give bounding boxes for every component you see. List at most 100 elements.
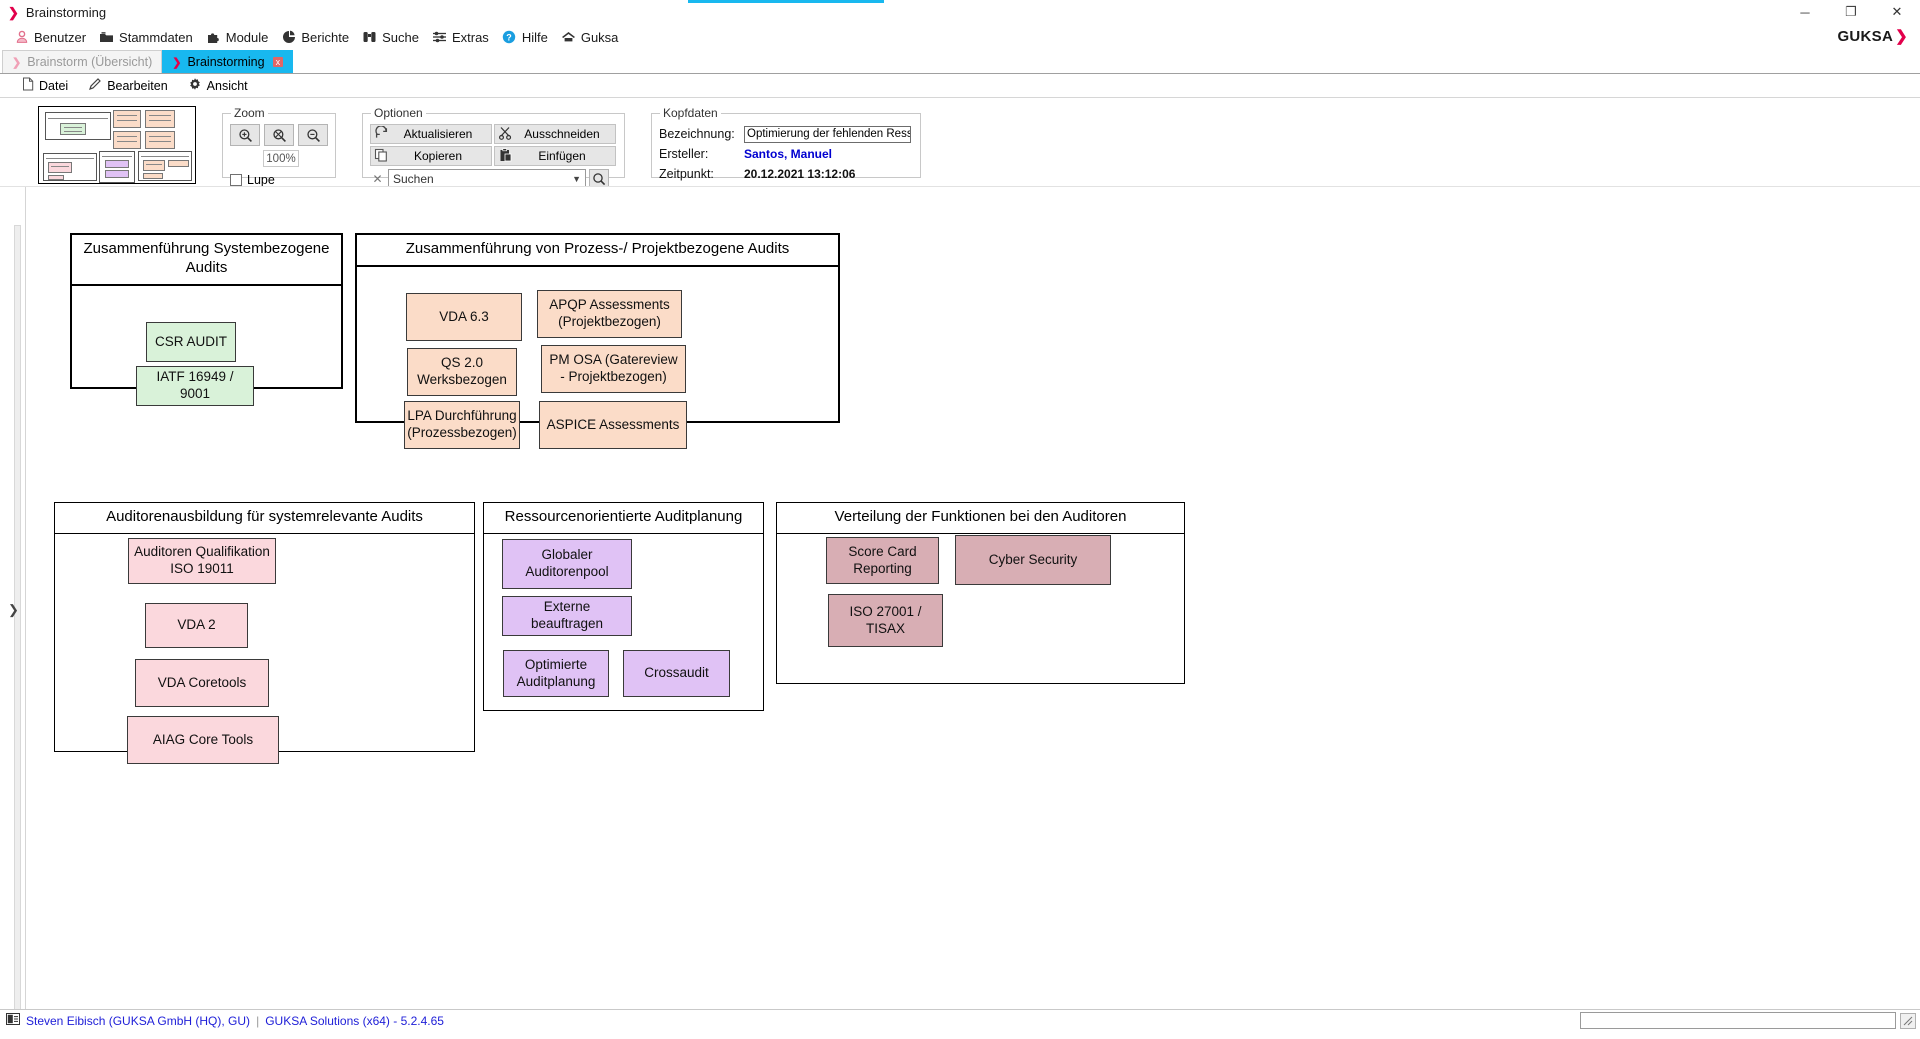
kopieren-label: Kopieren [413, 149, 463, 163]
lupe-checkbox-row[interactable]: Lupe [230, 173, 328, 187]
node-qs-20-werksbezogen[interactable]: QS 2.0 Werksbezogen [407, 348, 517, 396]
menu-item-bearbeiten[interactable]: Bearbeiten [80, 76, 175, 95]
menu-item-datei[interactable]: Datei [14, 76, 76, 95]
node-optimierte-auditplanung[interactable]: Optimierte Auditplanung [503, 650, 609, 697]
puzzle-icon [206, 30, 221, 45]
zeitpunkt-row: Zeitpunkt: 20.12.2021 13:12:06 [659, 164, 913, 184]
node-crossaudit[interactable]: Crossaudit [623, 650, 730, 697]
optionen-group: Optionen Aktualisieren Ausschneiden Kopi… [362, 106, 625, 188]
menu-item-extras[interactable]: Extras [428, 28, 498, 47]
node-aiag-core-tools[interactable]: AIAG Core Tools [127, 716, 279, 764]
kopieren-button[interactable]: Kopieren [370, 146, 492, 166]
node-label: Externe beauftragen [530, 599, 604, 631]
resize-grip-icon[interactable] [1900, 1012, 1916, 1029]
node-csr-audit[interactable]: CSR AUDIT [146, 322, 236, 362]
status-user[interactable]: Steven Eibisch (GUKSA GmbH (HQ), GU) [26, 1014, 250, 1028]
node-score-card-reporting[interactable]: Score Card Reporting [826, 537, 939, 584]
maximize-button[interactable]: ❐ [1828, 0, 1874, 24]
menu-item-label: Datei [39, 78, 69, 93]
node-pm-osa-gatereview[interactable]: PM OSA (Gatereview - Projektbezogen) [541, 345, 686, 393]
node-iso-27001-tisax[interactable]: ISO 27001 / TISAX [828, 594, 943, 647]
search-icon [593, 172, 606, 185]
window-controls: ─ ❐ ✕ [1782, 0, 1920, 24]
node-label: Crossaudit [644, 665, 709, 681]
node-label: QS 2.0 Werksbezogen [417, 355, 507, 387]
node-label: APQP Assessments (Projektbezogen) [549, 297, 670, 329]
close-button[interactable]: ✕ [1874, 0, 1920, 24]
node-aspice-assessments[interactable]: ASPICE Assessments [539, 401, 687, 449]
ausschneiden-button[interactable]: Ausschneiden [494, 124, 616, 144]
node-label: ASPICE Assessments [546, 416, 680, 432]
menu-item-label: Ansicht [206, 78, 248, 93]
aktualisieren-button[interactable]: Aktualisieren [370, 124, 492, 144]
node-vda-coretools[interactable]: VDA Coretools [135, 659, 269, 707]
menu-item-stammdaten[interactable]: Stammdaten [95, 28, 202, 47]
scissors-icon [498, 126, 513, 143]
magnifier-plus-icon[interactable] [230, 124, 260, 146]
node-auditoren-qualifikation-iso-19011[interactable]: Auditoren Qualifikation ISO 19011 [128, 538, 276, 584]
ersteller-value[interactable]: Santos, Manuel [744, 147, 832, 161]
file-icon [22, 77, 34, 94]
node-label: Auditoren Qualifikation ISO 19011 [134, 544, 270, 576]
node-apqp-assessments[interactable]: APQP Assessments (Projektbezogen) [537, 290, 682, 338]
node-externe-beauftragen[interactable]: Externe beauftragen [502, 596, 632, 636]
status-product-version: GUKSA Solutions (x64) - 5.2.4.65 [265, 1013, 444, 1028]
menu-item-ansicht[interactable]: Ansicht [180, 76, 256, 95]
group-prozess-projektbezogene-audits[interactable]: Zusammenführung von Prozess-/ Projektbez… [355, 233, 840, 449]
node-label: ISO 27001 / TISAX [849, 603, 922, 636]
node-label: Globaler Auditorenpool [525, 547, 609, 579]
node-label: CSR AUDIT [154, 333, 227, 349]
node-globaler-auditorenpool[interactable]: Globaler Auditorenpool [502, 539, 632, 589]
rail-expand-icon[interactable]: ❯ [8, 602, 19, 618]
chevron-down-icon[interactable]: ▼ [572, 174, 581, 184]
magnifier-minus-icon[interactable] [298, 124, 328, 146]
node-cyber-security[interactable]: Cyber Security [955, 535, 1111, 585]
node-vda-63[interactable]: VDA 6.3 [406, 293, 522, 341]
tab-close-icon[interactable]: x [272, 57, 284, 67]
kopfdaten-group-legend: Kopfdaten [663, 106, 718, 120]
menu-item-guksa[interactable]: Guksa [557, 28, 628, 47]
node-iatf-16949-9001[interactable]: IATF 16949 / 9001 [136, 366, 254, 406]
bezeichnung-row: Bezeichnung: Optimierung der fehlenden R… [659, 124, 913, 144]
magnifier-fit-icon[interactable] [264, 124, 294, 146]
einfuegen-button[interactable]: Einfügen [494, 146, 616, 166]
menu-item-label: Extras [451, 29, 489, 45]
svg-text:?: ? [507, 32, 513, 42]
brand-text: GUKSA [1837, 28, 1894, 45]
node-label: PM OSA (Gatereview - Projektbezogen) [549, 352, 678, 384]
user-icon [14, 30, 29, 45]
status-input-field[interactable] [1580, 1012, 1896, 1029]
tab-brainstorm-uebersicht[interactable]: ❯ Brainstorm (Übersicht) [2, 50, 163, 73]
gear-icon [188, 77, 202, 94]
menu-item-module[interactable]: Module [202, 28, 278, 47]
group-auditorenausbildung[interactable]: Auditorenausbildung für systemrelevante … [54, 502, 475, 764]
menu-item-hilfe[interactable]: ? Hilfe [498, 28, 557, 47]
group-title: Ressourcenorientierte Auditplanung [484, 503, 763, 534]
title-bar: ❯ Brainstorming ─ ❐ ✕ [0, 0, 1920, 24]
home-icon [561, 30, 576, 45]
zoom-percent-field[interactable]: 100% [263, 150, 299, 167]
copy-icon [374, 148, 389, 165]
document-menu-bar: Datei Bearbeiten Ansicht [0, 74, 1920, 98]
bezeichnung-input[interactable]: Optimierung der fehlenden Ressourcen bzg… [744, 125, 911, 143]
diagram-navigator-thumbnail[interactable] [38, 106, 196, 184]
group-systembezogene-audits[interactable]: Zusammenführung Systembezogene Audits CS… [70, 233, 343, 406]
diagram-canvas[interactable]: Zusammenführung Systembezogene Audits CS… [26, 187, 1920, 1031]
node-label: IATF 16949 / 9001 [156, 369, 234, 401]
lupe-label: Lupe [247, 173, 275, 187]
node-vda-2[interactable]: VDA 2 [145, 603, 248, 648]
group-verteilung-funktionen[interactable]: Verteilung der Funktionen bei den Audito… [776, 502, 1185, 684]
node-lpa-durchfuehrung[interactable]: LPA Durchführung (Prozessbezogen) [404, 401, 520, 449]
group-ressourcenorientierte-auditplanung[interactable]: Ressourcenorientierte Auditplanung Globa… [483, 502, 764, 711]
tab-brainstorming[interactable]: ❯ Brainstorming x [162, 50, 294, 73]
menu-item-benutzer[interactable]: Benutzer [10, 28, 95, 47]
menu-item-berichte[interactable]: Berichte [277, 28, 358, 47]
group-title: Verteilung der Funktionen bei den Audito… [777, 503, 1184, 534]
rail-scroll-strip[interactable] [14, 225, 21, 1023]
minimize-button[interactable]: ─ [1782, 0, 1828, 24]
menu-item-suche[interactable]: Suche [358, 28, 428, 47]
lupe-checkbox[interactable] [230, 174, 242, 186]
folder-icon [99, 30, 114, 45]
bezeichnung-label: Bezeichnung: [659, 127, 735, 141]
user-card-icon [6, 1013, 20, 1028]
